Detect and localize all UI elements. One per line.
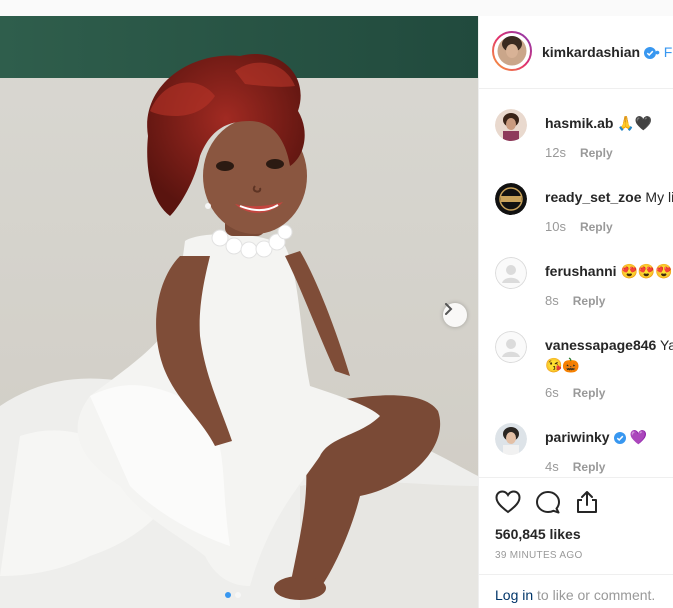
- chevron-right-icon: [445, 303, 453, 315]
- comment-text-row: ferushanni 😍😍😍❤: [545, 263, 673, 280]
- login-link[interactable]: Log in: [495, 587, 533, 603]
- commenter-avatar-placeholder[interactable]: [495, 331, 527, 363]
- post-side-panel: kimkardashian • Fo hasmik.ab 🙏🖤 12s Reply…: [478, 16, 673, 608]
- comment-meta: 8s Reply: [545, 293, 605, 308]
- comment-text: 😍😍😍❤: [620, 263, 673, 279]
- commenter-avatar[interactable]: [495, 109, 527, 141]
- author-username[interactable]: kimkardashian: [542, 44, 640, 60]
- heart-icon[interactable]: [495, 490, 521, 519]
- login-prompt: Log in to like or comment.: [479, 574, 673, 608]
- comment-time: 12s: [545, 145, 566, 160]
- comment-text: Yab: [659, 337, 673, 353]
- post-timestamp: 39 MINUTES AGO: [495, 550, 583, 561]
- reply-button[interactable]: Reply: [573, 460, 606, 474]
- instagram-post: kimkardashian • Fo hasmik.ab 🙏🖤 12s Reply…: [0, 16, 673, 608]
- comment-text-row: pariwinky 💜: [545, 429, 647, 447]
- login-prompt-text: to like or comment.: [533, 587, 656, 603]
- photo-illustration: [0, 16, 478, 608]
- comment-meta: 10s Reply: [545, 219, 613, 234]
- reply-button[interactable]: Reply: [580, 146, 613, 160]
- commenter-username[interactable]: pariwinky: [545, 429, 610, 445]
- carousel-indicator: [225, 592, 241, 598]
- follow-button[interactable]: • Fo: [655, 44, 673, 60]
- reply-button[interactable]: Reply: [580, 220, 613, 234]
- carousel-dot: [235, 592, 241, 598]
- comment-text: 🙏🖤: [617, 115, 653, 131]
- commenter-username[interactable]: ferushanni: [545, 263, 617, 279]
- comment-meta: 6s Reply: [545, 385, 605, 400]
- comment-time: 6s: [545, 385, 559, 400]
- share-icon[interactable]: [575, 490, 599, 519]
- comment-meta: 12s Reply: [545, 145, 613, 160]
- browser-top-strip: [0, 0, 673, 17]
- verified-badge-icon: [613, 431, 626, 447]
- commenter-username[interactable]: hasmik.ab: [545, 115, 613, 131]
- comment-time: 4s: [545, 459, 559, 474]
- comment-time: 8s: [545, 293, 559, 308]
- comments-list: hasmik.ab 🙏🖤 12s Reply ready_set_zoe My l…: [479, 89, 673, 477]
- carousel-dot-active: [225, 592, 231, 598]
- post-header: kimkardashian • Fo: [479, 16, 673, 89]
- commenter-username[interactable]: vanessapage846: [545, 337, 656, 353]
- comment-text-row: vanessapage846 Yab: [545, 337, 673, 353]
- carousel-next-button[interactable]: [443, 303, 467, 327]
- comment-meta: 4s Reply: [545, 459, 605, 474]
- post-photo: [0, 16, 478, 608]
- reply-button[interactable]: Reply: [573, 386, 606, 400]
- comment-text: My lil: [645, 189, 673, 205]
- comment-text-continued: 😘🎃: [545, 357, 580, 373]
- commenter-avatar[interactable]: [495, 423, 527, 455]
- comment-text: 💜: [629, 429, 647, 445]
- commenter-avatar[interactable]: [495, 183, 527, 215]
- likes-count[interactable]: 560,845 likes: [495, 526, 581, 542]
- author-username-row: kimkardashian: [542, 44, 657, 62]
- comment-text-row: hasmik.ab 🙏🖤: [545, 115, 652, 132]
- comment-time: 10s: [545, 219, 566, 234]
- comment-text-row: ready_set_zoe My lil: [545, 189, 673, 205]
- comment-icon[interactable]: [535, 490, 561, 519]
- reply-button[interactable]: Reply: [573, 294, 606, 308]
- commenter-avatar-placeholder[interactable]: [495, 257, 527, 289]
- author-avatar[interactable]: [492, 31, 532, 76]
- commenter-username[interactable]: ready_set_zoe: [545, 189, 642, 205]
- post-actions: 560,845 likes 39 MINUTES AGO Log in to l…: [479, 477, 673, 608]
